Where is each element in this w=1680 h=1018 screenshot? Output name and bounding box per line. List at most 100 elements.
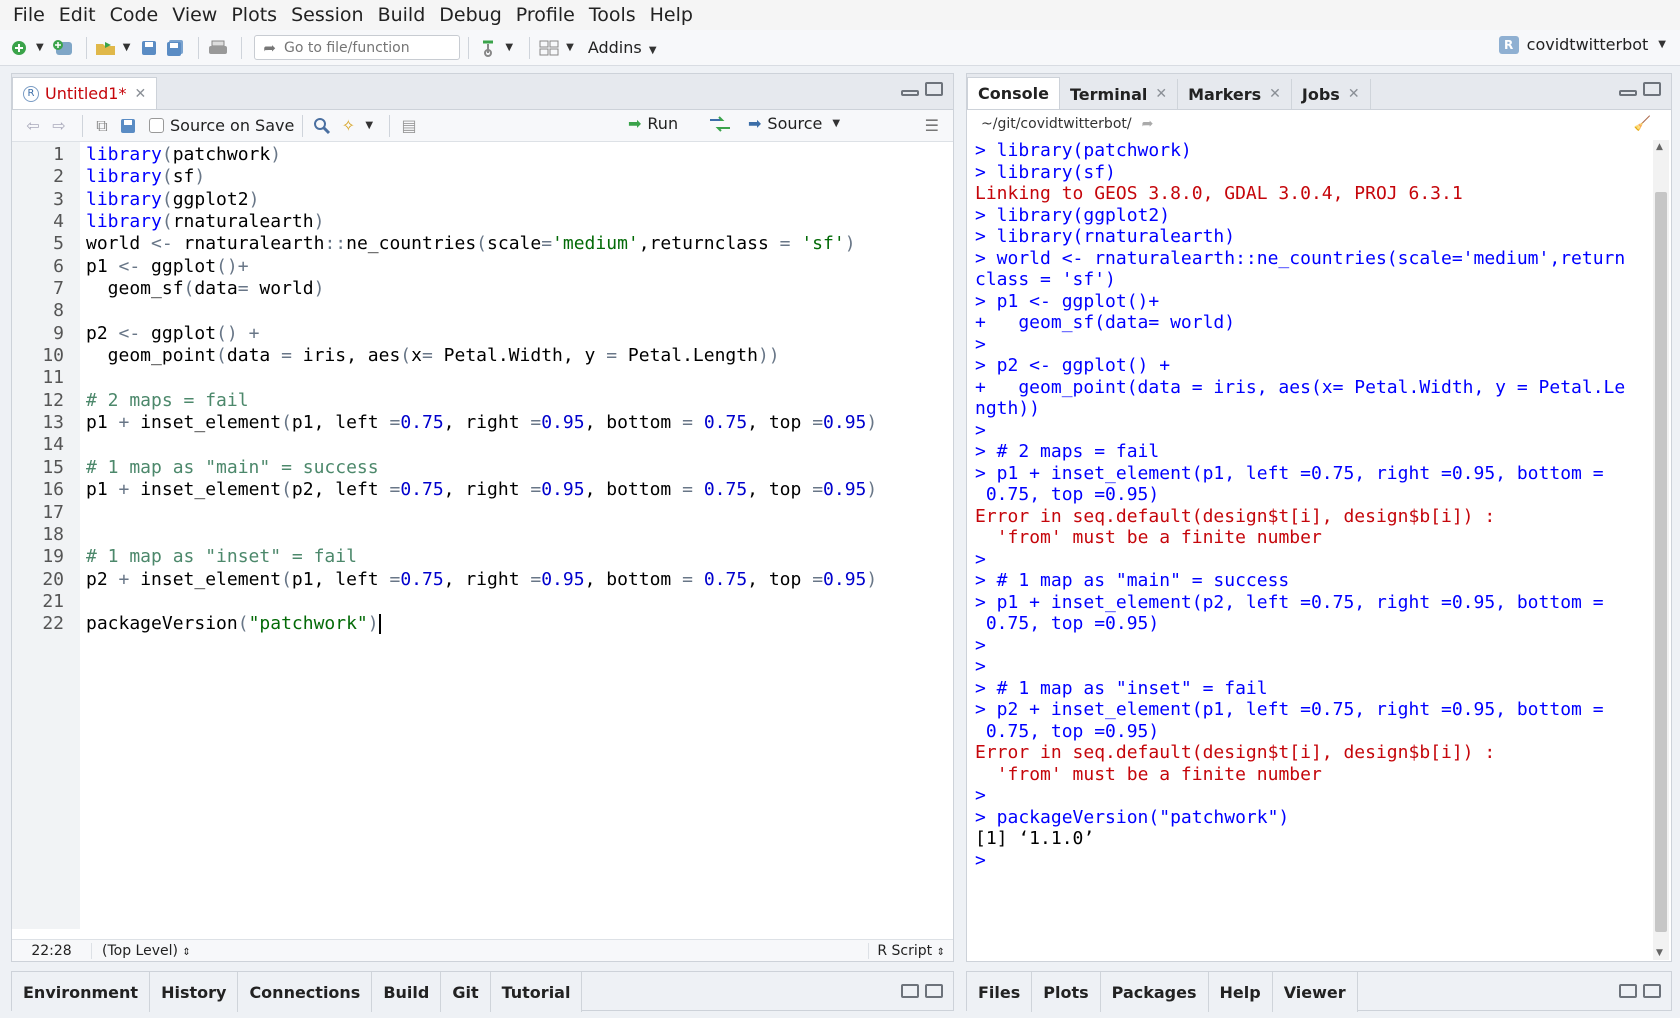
code-line[interactable]: geom_point(data = iris, aes(x= Petal.Wid… [86,345,953,367]
maximize-pane-icon[interactable] [925,82,943,96]
new-file-icon[interactable] [8,35,30,61]
chevron-down-icon[interactable]: ▼ [365,120,373,131]
show-in-window-icon[interactable]: ⧉ [91,113,113,139]
save-icon[interactable] [117,113,139,139]
code-line[interactable] [86,434,953,456]
forward-arrow-icon[interactable]: ⇨ [48,113,70,139]
code-line[interactable] [86,300,953,322]
code-line[interactable]: # 1 map as "main" = success [86,457,953,479]
maximize-pane-icon[interactable] [925,984,943,998]
code-line[interactable]: p1 + inset_element(p2, left =0.75, right… [86,479,953,501]
menu-session[interactable]: Session [284,0,371,30]
menu-debug[interactable]: Debug [432,0,508,30]
menu-code[interactable]: Code [103,0,166,30]
search-icon[interactable] [311,113,333,139]
minimize-pane-icon[interactable] [1619,90,1637,96]
code-line[interactable] [86,367,953,389]
console-output[interactable]: > library(patchwork) > library(sf) Linking… [967,140,1647,960]
tab-console[interactable]: Console [967,77,1060,109]
console-scrollbar[interactable]: ▲ ▼ [1653,140,1669,960]
save-all-icon[interactable] [164,35,186,61]
tab-plots[interactable]: Plots [1032,972,1101,1012]
scroll-down-icon[interactable]: ▼ [1656,948,1663,958]
restore-pane-icon[interactable] [901,984,919,998]
open-folder-icon[interactable] [95,35,117,61]
tab-terminal[interactable]: Terminal ✕ [1060,79,1179,109]
tab-tutorial[interactable]: Tutorial [490,972,583,1012]
goto-file-function-input[interactable]: ➦ [254,35,461,60]
tab-connections[interactable]: Connections [238,972,373,1012]
chevron-down-icon[interactable]: ▼ [36,42,44,53]
code-line[interactable]: p1 <- ggplot()+ [86,256,953,278]
code-line[interactable]: p2 <- ggplot() + [86,323,953,345]
menu-help[interactable]: Help [643,0,700,30]
tab-build[interactable]: Build [372,972,442,1012]
code-line[interactable]: packageVersion("patchwork") [86,613,953,635]
project-menu[interactable]: R covidtwitterbot ▼ [1498,35,1666,54]
vcs-icon[interactable] [477,35,499,61]
code-line[interactable] [86,502,953,524]
tab-help[interactable]: Help [1208,972,1273,1012]
addins-menu[interactable]: Addins ▼ [588,38,665,57]
goto-input[interactable] [283,39,444,56]
run-button[interactable]: ➡ Run [628,114,678,133]
menu-profile[interactable]: Profile [509,0,582,30]
chevron-down-icon[interactable]: ▼ [566,42,574,53]
save-icon[interactable] [138,35,160,61]
code-line[interactable]: p1 + inset_element(p1, left =0.75, right… [86,412,953,434]
source-on-save-checkbox[interactable]: Source on Save [149,116,294,135]
close-icon[interactable]: ✕ [1155,86,1167,102]
tab-viewer[interactable]: Viewer [1272,972,1358,1012]
close-icon[interactable]: ✕ [134,86,146,102]
checkbox[interactable] [149,118,164,133]
tab-files[interactable]: Files [967,972,1033,1012]
source-button[interactable]: ➡ Source ▼ [748,114,848,133]
menu-build[interactable]: Build [371,0,433,30]
tab-markers[interactable]: Markers ✕ [1178,79,1292,109]
menu-tools[interactable]: Tools [582,0,643,30]
code-line[interactable]: p2 + inset_element(p1, left =0.75, right… [86,569,953,591]
code-line[interactable]: # 2 maps = fail [86,390,953,412]
magic-wand-icon[interactable]: ✧ [337,113,359,139]
code-editor[interactable]: 1 2 3 4 5 6 7 8 9 10 11 12 13 14 15 16 17 18 19 20 21 22 libr… [12,142,953,929]
code-area[interactable]: library(patchwork) library(sf) library(ggp… [80,142,953,929]
close-icon[interactable]: ✕ [1348,86,1360,102]
tab-environment[interactable]: Environment [12,972,151,1012]
rerun-icon[interactable] [708,114,732,138]
scrollbar-thumb[interactable] [1655,192,1667,932]
menu-plots[interactable]: Plots [224,0,284,30]
clear-console-icon[interactable]: 🧹 [1634,116,1651,132]
compile-report-icon[interactable]: ▤ [398,113,420,139]
menu-edit[interactable]: Edit [52,0,103,30]
new-project-icon[interactable] [52,35,74,61]
tab-history[interactable]: History [150,972,239,1012]
scroll-up-icon[interactable]: ▲ [1656,142,1663,152]
file-type-selector[interactable]: R Script ⇕ [868,942,945,959]
code-line[interactable]: geom_sf(data= world) [86,278,953,300]
back-arrow-icon[interactable]: ⇦ [22,113,44,139]
code-line[interactable]: library(patchwork) [86,144,953,166]
menu-file[interactable]: File [6,0,52,30]
chevron-down-icon[interactable]: ▼ [505,42,513,53]
code-line[interactable]: library(rnaturalearth) [86,211,953,233]
outline-icon[interactable]: ☰ [925,116,939,135]
go-to-directory-icon[interactable]: ➦ [1142,116,1154,132]
maximize-pane-icon[interactable] [1643,984,1661,998]
close-icon[interactable]: ✕ [1269,86,1281,102]
code-line[interactable] [86,524,953,546]
menu-view[interactable]: View [165,0,224,30]
chevron-down-icon[interactable]: ▼ [832,118,840,129]
code-line[interactable]: library(sf) [86,166,953,188]
minimize-pane-icon[interactable] [901,90,919,96]
print-icon[interactable] [207,35,229,61]
chevron-down-icon[interactable]: ▼ [123,42,131,53]
maximize-pane-icon[interactable] [1643,82,1661,96]
code-line[interactable]: world <- rnaturalearth::ne_countries(sca… [86,233,953,255]
code-line[interactable]: # 1 map as "inset" = fail [86,546,953,568]
scope-selector[interactable]: (Top Level) ⇕ [92,943,191,959]
tab-jobs[interactable]: Jobs ✕ [1292,79,1371,109]
tab-untitled1[interactable]: R Untitled1* ✕ [12,77,158,109]
code-line[interactable]: library(ggplot2) [86,189,953,211]
tab-git[interactable]: Git [441,972,491,1012]
code-line[interactable] [86,591,953,613]
